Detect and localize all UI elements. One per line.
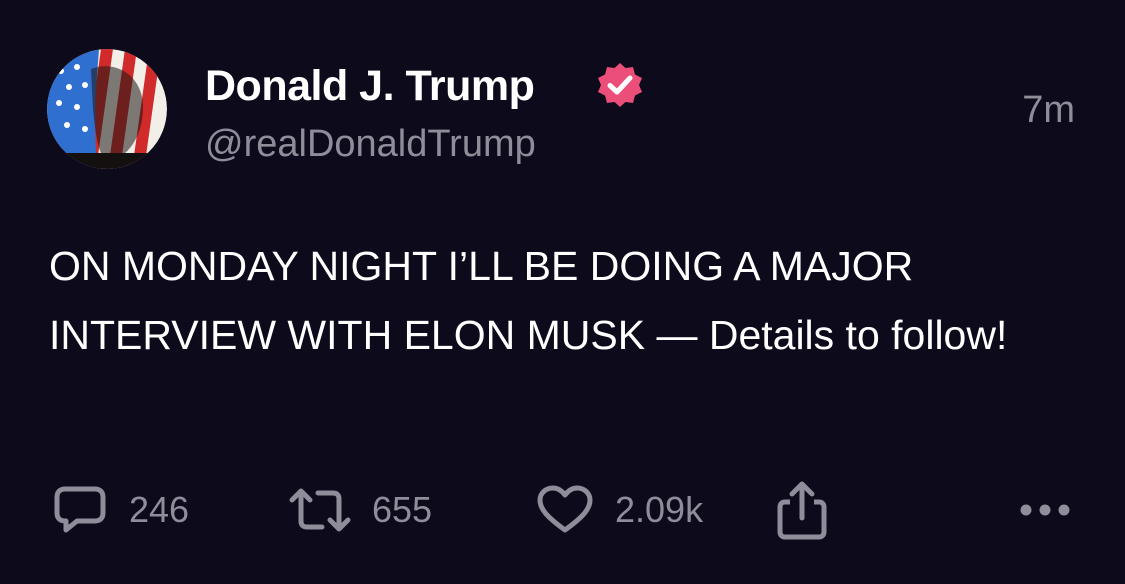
post-text: ON MONDAY NIGHT I’LL BE DOING A MAJOR IN… — [49, 243, 1008, 358]
share-icon — [777, 481, 827, 540]
reply-count: 246 — [129, 489, 190, 530]
action-bar: 246 655 2.09k — [0, 480, 1125, 540]
more-options-button[interactable] — [1018, 480, 1072, 540]
reply-bubble-icon — [54, 486, 106, 533]
more-dots-icon — [1020, 504, 1070, 516]
post-timestamp[interactable]: 7m — [1022, 89, 1075, 132]
like-count: 2.09k — [615, 489, 704, 530]
author-avatar[interactable] — [47, 49, 167, 169]
repost-button[interactable]: 655 — [288, 480, 432, 540]
reply-button[interactable]: 246 — [51, 480, 189, 540]
verified-badge-icon — [598, 63, 642, 107]
repost-count: 655 — [372, 489, 433, 530]
avatar-image — [47, 49, 167, 169]
author-handle[interactable]: @realDonaldTrump — [205, 123, 536, 166]
heart-icon — [537, 485, 593, 533]
repost-arrows-icon — [289, 488, 351, 532]
post-card: Donald J. Trump @realDonaldTrump 7m ON M… — [0, 0, 1125, 584]
author-display-name[interactable]: Donald J. Trump — [205, 62, 535, 111]
like-button[interactable]: 2.09k — [535, 480, 703, 540]
share-button[interactable] — [772, 480, 832, 540]
